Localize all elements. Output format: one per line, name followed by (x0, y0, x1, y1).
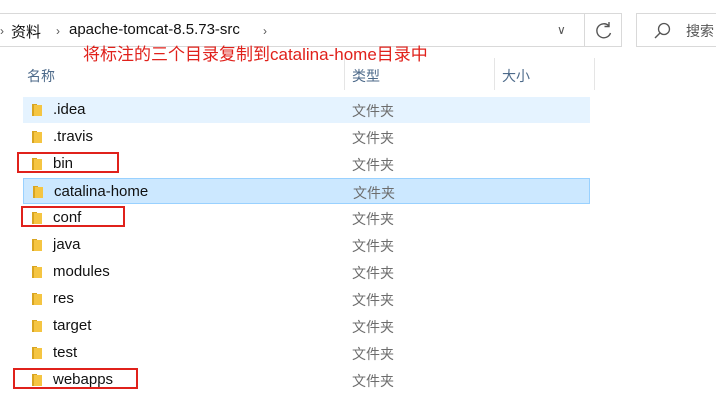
folder-icon (32, 239, 42, 251)
file-type: 文件夹 (352, 103, 394, 119)
list-item[interactable]: catalina-home 文件夹 (23, 178, 590, 204)
annotation-highlight-box (13, 368, 138, 389)
column-divider[interactable] (494, 58, 495, 90)
search-box[interactable]: 搜索 (636, 13, 716, 47)
search-icon (654, 22, 671, 39)
file-name[interactable]: target (53, 317, 91, 334)
chevron-right-icon[interactable]: › (263, 24, 267, 38)
file-type: 文件夹 (352, 265, 394, 281)
breadcrumb-item-current-folder[interactable]: apache-tomcat-8.5.73-src (69, 21, 240, 38)
list-item[interactable]: .travis 文件夹 (23, 124, 590, 150)
folder-icon (32, 293, 42, 305)
file-type: 文件夹 (352, 346, 394, 362)
file-type: 文件夹 (352, 373, 394, 389)
file-type: 文件夹 (352, 157, 394, 173)
file-name[interactable]: test (53, 344, 77, 361)
refresh-button[interactable] (584, 13, 622, 47)
file-type: 文件夹 (352, 238, 394, 254)
file-name[interactable]: modules (53, 263, 110, 280)
folder-icon (32, 104, 42, 116)
folder-icon (32, 347, 42, 359)
annotation-text: 将标注的三个目录复制到catalina-home目录中 (83, 45, 428, 64)
file-type: 文件夹 (352, 319, 394, 335)
column-header-size[interactable]: 大小 (502, 66, 530, 86)
list-item[interactable]: test 文件夹 (23, 340, 590, 366)
chevron-right-icon[interactable]: › (0, 24, 4, 38)
file-type: 文件夹 (352, 130, 394, 146)
annotation-highlight-box (17, 152, 119, 173)
search-input[interactable]: 搜索 (686, 21, 714, 41)
refresh-icon (596, 22, 612, 39)
chevron-right-icon[interactable]: › (56, 24, 60, 38)
list-item[interactable]: target 文件夹 (23, 313, 590, 339)
folder-icon (32, 131, 42, 143)
folder-icon (32, 266, 42, 278)
list-item[interactable]: .idea 文件夹 (23, 97, 590, 123)
column-header-name[interactable]: 名称 (27, 66, 55, 86)
file-type: 文件夹 (352, 211, 394, 227)
file-name[interactable]: catalina-home (54, 183, 148, 200)
folder-icon (33, 186, 43, 198)
breadcrumb-item-ziliao[interactable]: 资料 (11, 21, 41, 42)
chevron-down-icon[interactable]: ∨ (557, 23, 566, 37)
file-name[interactable]: res (53, 290, 74, 307)
file-name[interactable]: .idea (53, 101, 86, 118)
column-divider[interactable] (594, 58, 595, 90)
column-header-type[interactable]: 类型 (352, 66, 380, 86)
file-name[interactable]: java (53, 236, 81, 253)
list-item[interactable]: modules 文件夹 (23, 259, 590, 285)
column-divider[interactable] (344, 58, 345, 90)
file-type: 文件夹 (352, 292, 394, 308)
list-item[interactable]: java 文件夹 (23, 232, 590, 258)
folder-icon (32, 320, 42, 332)
file-name[interactable]: .travis (53, 128, 93, 145)
annotation-highlight-box (21, 206, 125, 227)
list-item[interactable]: res 文件夹 (23, 286, 590, 312)
file-type: 文件夹 (353, 185, 395, 201)
